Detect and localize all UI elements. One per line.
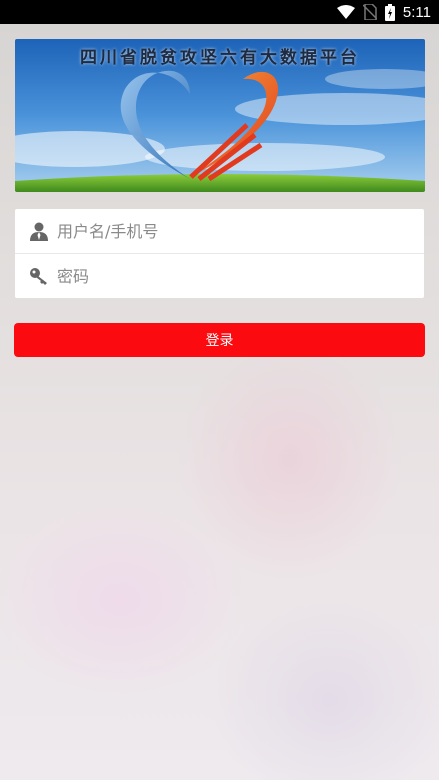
banner-image: 四川省脱贫攻坚六有大数据平台 [15, 39, 425, 192]
wifi-icon [336, 5, 355, 19]
clock: 5:11 [402, 3, 431, 21]
password-input[interactable] [57, 266, 387, 286]
user-icon [27, 219, 51, 243]
password-field-row [15, 253, 424, 298]
key-icon [27, 264, 51, 288]
username-field-row [15, 209, 424, 253]
login-form [15, 209, 424, 298]
login-button[interactable]: 登录 [14, 323, 425, 357]
no-sim-icon [362, 4, 377, 20]
status-bar: 5:11 [0, 0, 439, 24]
battery-icon [384, 3, 395, 21]
username-input[interactable] [57, 221, 387, 241]
banner-title: 四川省脱贫攻坚六有大数据平台 [80, 48, 360, 68]
